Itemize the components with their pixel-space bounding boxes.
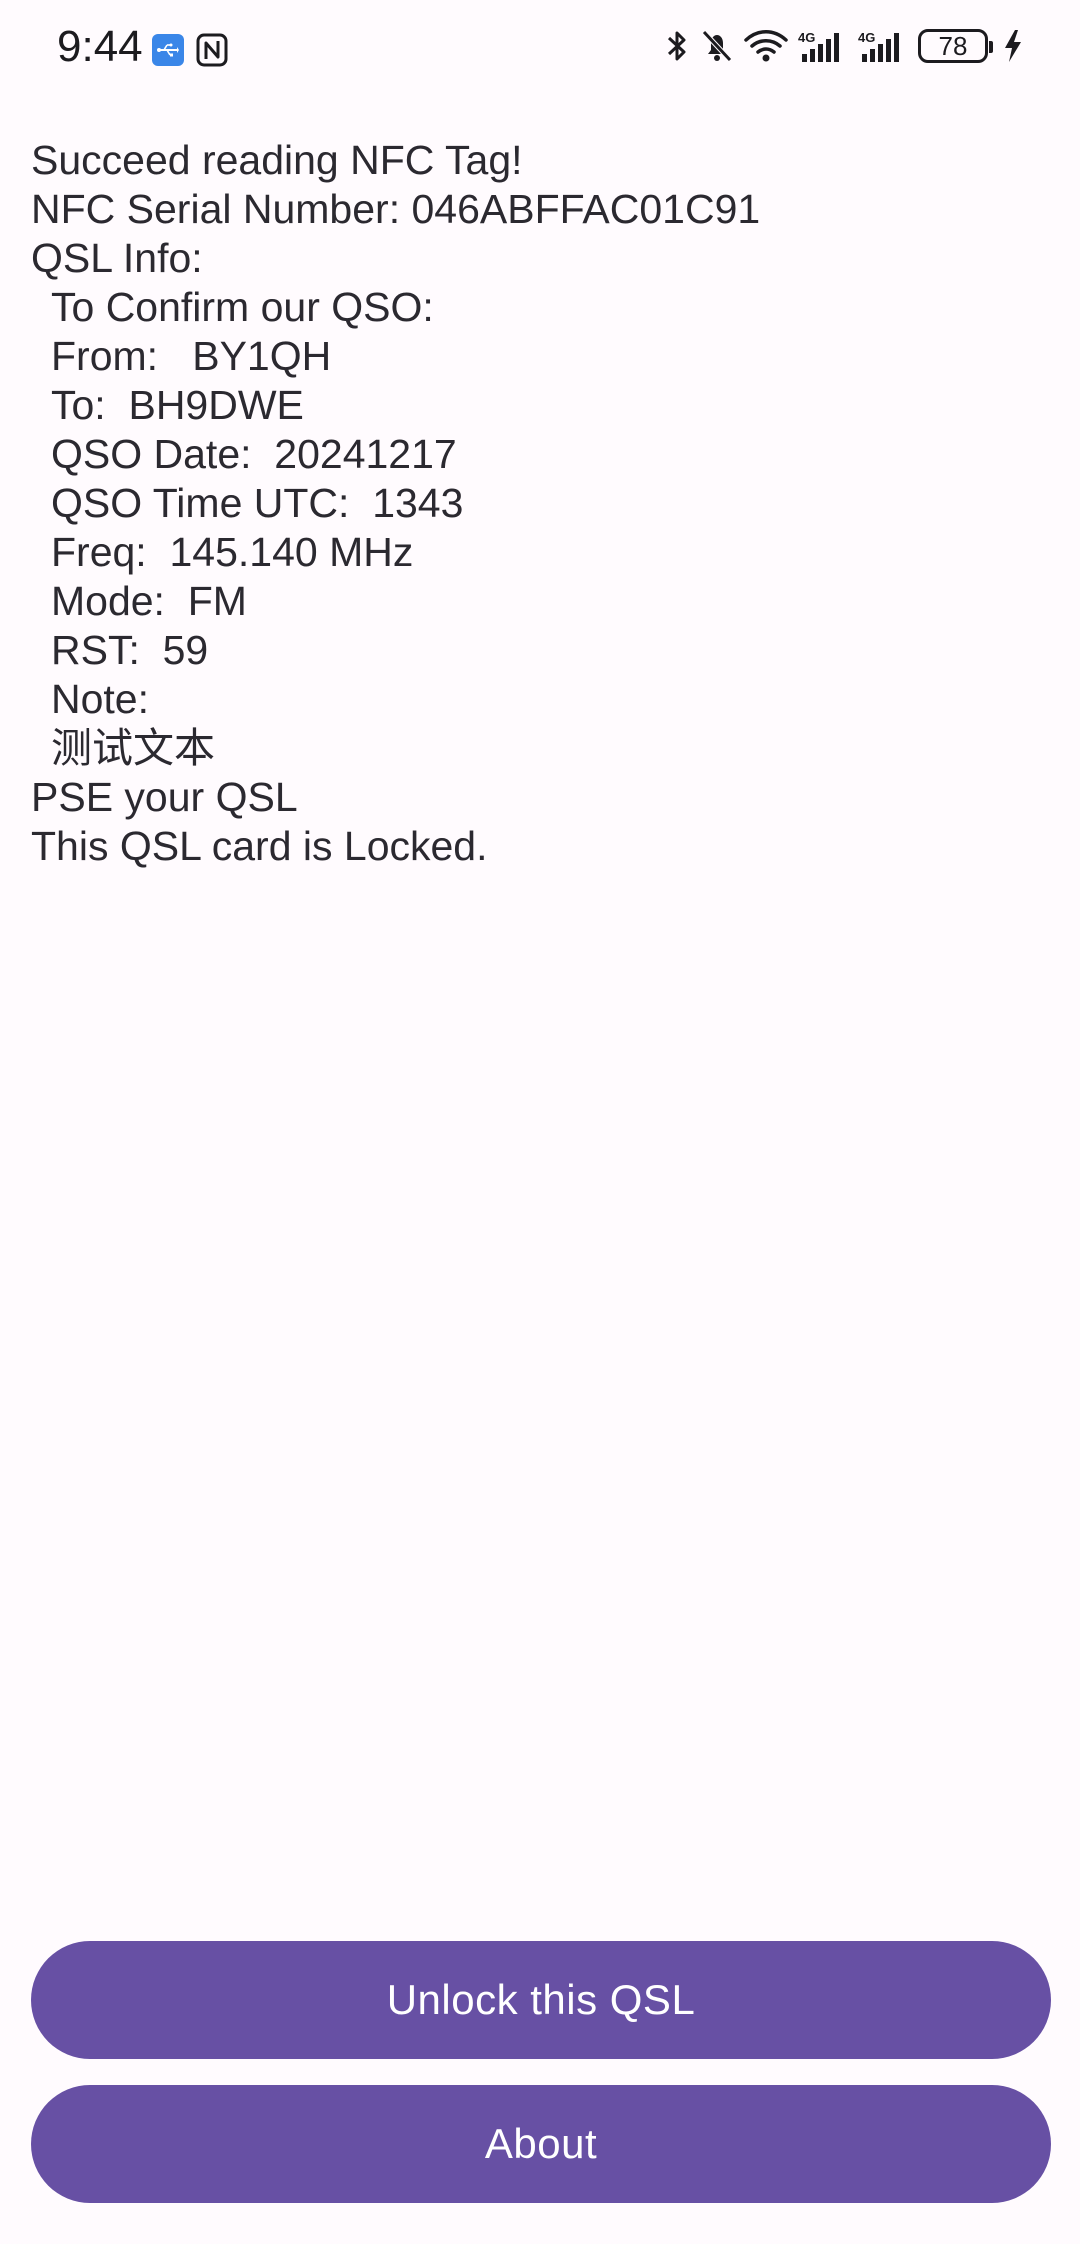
frequency-text: Freq: 145.140 MHz (51, 529, 414, 575)
unlock-qsl-button[interactable]: Unlock this QSL (31, 1941, 1051, 2059)
battery-icon: 78 (918, 29, 993, 63)
note-label: Note: (51, 676, 149, 722)
from-callsign-text: From: BY1QH (51, 333, 332, 379)
pse-qsl-text: PSE your QSL (31, 774, 298, 820)
lock-status-text: This QSL card is Locked. (31, 823, 488, 869)
signal-icon: 4G (798, 30, 839, 62)
battery-level: 78 (938, 30, 968, 61)
wifi-icon (744, 30, 788, 62)
status-right-icons: 4G 4G 78 (664, 28, 1024, 64)
qsl-info-heading: QSL Info: (31, 235, 203, 281)
unlock-qsl-button-label: Unlock this QSL (386, 1976, 696, 2023)
bell-off-icon (702, 30, 732, 62)
charging-icon (1005, 30, 1021, 62)
mode-text: Mode: FM (51, 578, 247, 624)
about-button[interactable]: About (31, 2085, 1051, 2203)
status-bar: 9:44 4G 4G 78 (0, 0, 1080, 100)
qso-time-text: QSO Time UTC: 1343 (51, 480, 464, 526)
confirm-qso-text: To Confirm our QSO: (51, 284, 434, 330)
svg-text:4G: 4G (798, 30, 815, 45)
read-status-text: Succeed reading NFC Tag! (31, 137, 523, 183)
note-text: 测试文本 (51, 725, 215, 771)
serial-number-text: NFC Serial Number: 046ABFFAC01C91 (31, 186, 761, 232)
svg-text:4G: 4G (858, 30, 875, 45)
nfc-icon (196, 33, 228, 67)
nfc-result-panel: Succeed reading NFC Tag! NFC Serial Numb… (31, 136, 1031, 871)
signal-icon: 4G (858, 30, 899, 62)
bluetooth-icon (667, 31, 686, 61)
about-button-label: About (484, 2120, 598, 2167)
status-time: 9:44 (57, 22, 143, 71)
to-callsign-text: To: BH9DWE (51, 382, 304, 428)
rst-text: RST: 59 (51, 627, 209, 673)
qso-date-text: QSO Date: 20241217 (51, 431, 457, 477)
status-left-icons (152, 33, 228, 67)
usb-icon (152, 34, 184, 66)
